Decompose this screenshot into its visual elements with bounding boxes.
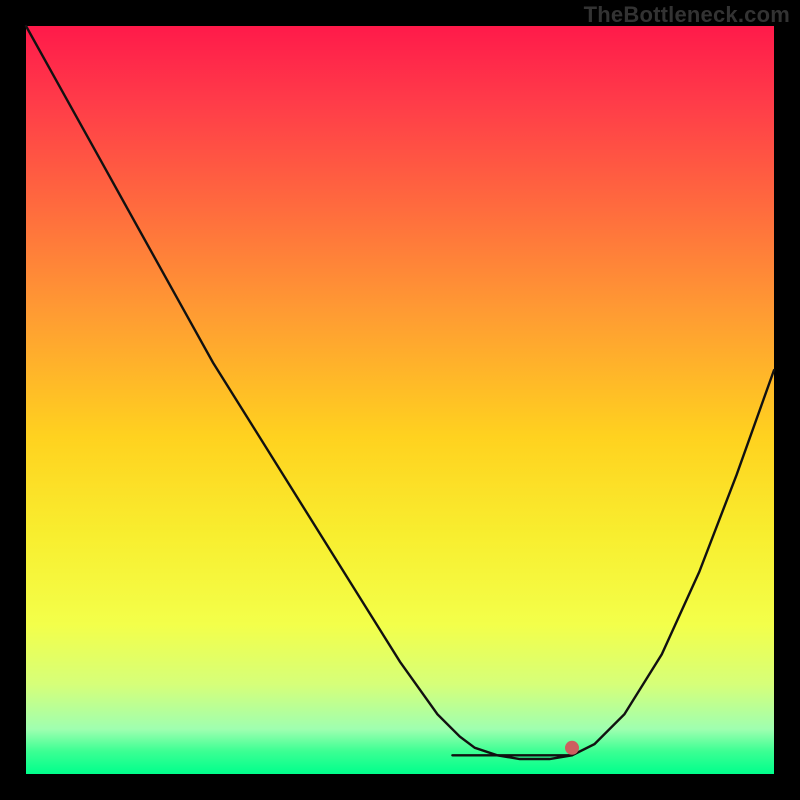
bottleneck-curve	[26, 26, 774, 759]
chart-frame: TheBottleneck.com	[0, 0, 800, 800]
watermark-text: TheBottleneck.com	[584, 2, 790, 28]
gradient-plot-area	[26, 26, 774, 774]
curve-svg	[26, 26, 774, 774]
optimal-point-dot	[565, 741, 579, 755]
